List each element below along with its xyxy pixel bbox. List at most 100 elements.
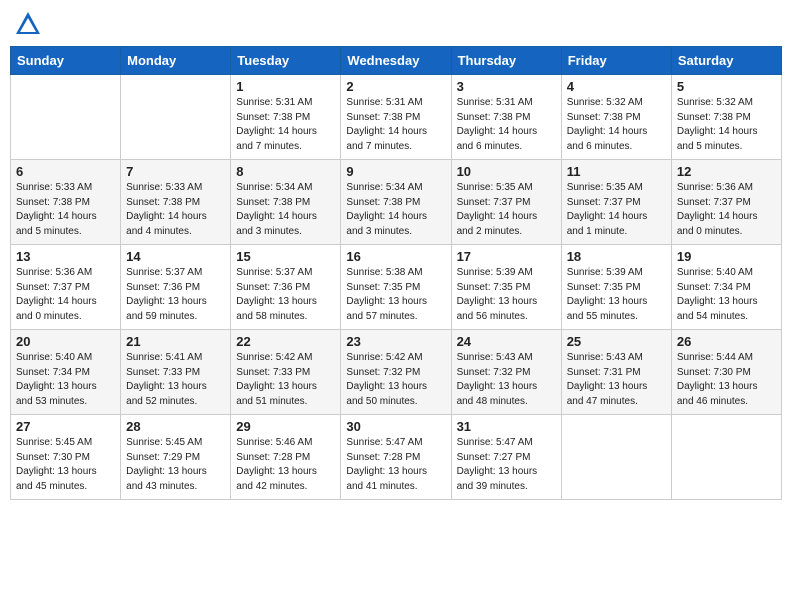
- calendar-cell: 17 Sunrise: 5:39 AM Sunset: 7:35 PM Dayli…: [451, 245, 561, 330]
- day-number: 25: [567, 334, 666, 349]
- day-of-week-header: Saturday: [671, 47, 781, 75]
- day-number: 6: [16, 164, 115, 179]
- calendar-cell: 25 Sunrise: 5:43 AM Sunset: 7:31 PM Dayli…: [561, 330, 671, 415]
- calendar-week-row: 27Sunrise: 5:45 AM Sunset: 7:30 PM Dayli…: [11, 415, 782, 500]
- day-number: 26: [677, 334, 776, 349]
- calendar-cell: [11, 75, 121, 160]
- day-number: 31: [457, 419, 556, 434]
- calendar-cell: 5 Sunrise: 5:32 AM Sunset: 7:38 PM Daylig…: [671, 75, 781, 160]
- day-info: Sunrise: 5:45 AM Sunset: 7:29 PM Dayligh…: [126, 436, 225, 494]
- day-number: 1: [236, 79, 335, 94]
- day-number: 22: [236, 334, 335, 349]
- day-info: Sunrise: 5:37 AM Sunset: 7:36 PM Dayligh…: [126, 266, 225, 324]
- day-info: Sunrise: 5:31 AM Sunset: 7:38 PM Dayligh…: [346, 96, 445, 154]
- calendar-cell: 29 Sunrise: 5:46 AM Sunset: 7:28 PM Dayli…: [231, 415, 341, 500]
- day-number: 8: [236, 164, 335, 179]
- page-header: [10, 10, 782, 38]
- day-info: Sunrise: 5:40 AM Sunset: 7:34 PM Dayligh…: [677, 266, 776, 324]
- day-number: 29: [236, 419, 335, 434]
- calendar-cell: 27Sunrise: 5:45 AM Sunset: 7:30 PM Dayli…: [11, 415, 121, 500]
- calendar-cell: 26Sunrise: 5:44 AM Sunset: 7:30 PM Dayli…: [671, 330, 781, 415]
- calendar-header-row: SundayMondayTuesdayWednesdayThursdayFrid…: [11, 47, 782, 75]
- day-number: 12: [677, 164, 776, 179]
- day-info: Sunrise: 5:47 AM Sunset: 7:28 PM Dayligh…: [346, 436, 445, 494]
- calendar-cell: 16 Sunrise: 5:38 AM Sunset: 7:35 PM Dayli…: [341, 245, 451, 330]
- logo-icon: [14, 10, 42, 38]
- calendar-cell: 22 Sunrise: 5:42 AM Sunset: 7:33 PM Dayli…: [231, 330, 341, 415]
- calendar-cell: 28 Sunrise: 5:45 AM Sunset: 7:29 PM Dayli…: [121, 415, 231, 500]
- calendar-cell: 2 Sunrise: 5:31 AM Sunset: 7:38 PM Daylig…: [341, 75, 451, 160]
- calendar-cell: 12 Sunrise: 5:36 AM Sunset: 7:37 PM Dayli…: [671, 160, 781, 245]
- day-info: Sunrise: 5:42 AM Sunset: 7:33 PM Dayligh…: [236, 351, 335, 409]
- day-number: 19: [677, 249, 776, 264]
- day-info: Sunrise: 5:37 AM Sunset: 7:36 PM Dayligh…: [236, 266, 335, 324]
- day-number: 16: [346, 249, 445, 264]
- day-number: 30: [346, 419, 445, 434]
- day-info: Sunrise: 5:33 AM Sunset: 7:38 PM Dayligh…: [16, 181, 115, 239]
- calendar-cell: 10Sunrise: 5:35 AM Sunset: 7:37 PM Dayli…: [451, 160, 561, 245]
- calendar-cell: 1 Sunrise: 5:31 AM Sunset: 7:38 PM Daylig…: [231, 75, 341, 160]
- day-number: 18: [567, 249, 666, 264]
- calendar-week-row: 13 Sunrise: 5:36 AM Sunset: 7:37 PM Dayli…: [11, 245, 782, 330]
- calendar-cell: 20Sunrise: 5:40 AM Sunset: 7:34 PM Dayli…: [11, 330, 121, 415]
- calendar-cell: [121, 75, 231, 160]
- day-number: 4: [567, 79, 666, 94]
- day-info: Sunrise: 5:34 AM Sunset: 7:38 PM Dayligh…: [236, 181, 335, 239]
- day-number: 21: [126, 334, 225, 349]
- day-number: 3: [457, 79, 556, 94]
- day-info: Sunrise: 5:38 AM Sunset: 7:35 PM Dayligh…: [346, 266, 445, 324]
- calendar-cell: 9Sunrise: 5:34 AM Sunset: 7:38 PM Daylig…: [341, 160, 451, 245]
- day-info: Sunrise: 5:31 AM Sunset: 7:38 PM Dayligh…: [236, 96, 335, 154]
- day-info: Sunrise: 5:42 AM Sunset: 7:32 PM Dayligh…: [346, 351, 445, 409]
- day-number: 23: [346, 334, 445, 349]
- day-info: Sunrise: 5:43 AM Sunset: 7:31 PM Dayligh…: [567, 351, 666, 409]
- day-of-week-header: Friday: [561, 47, 671, 75]
- day-info: Sunrise: 5:47 AM Sunset: 7:27 PM Dayligh…: [457, 436, 556, 494]
- day-of-week-header: Monday: [121, 47, 231, 75]
- day-info: Sunrise: 5:46 AM Sunset: 7:28 PM Dayligh…: [236, 436, 335, 494]
- calendar-cell: 30 Sunrise: 5:47 AM Sunset: 7:28 PM Dayli…: [341, 415, 451, 500]
- calendar-cell: 11 Sunrise: 5:35 AM Sunset: 7:37 PM Dayli…: [561, 160, 671, 245]
- calendar-cell: 7 Sunrise: 5:33 AM Sunset: 7:38 PM Daylig…: [121, 160, 231, 245]
- calendar-cell: 31 Sunrise: 5:47 AM Sunset: 7:27 PM Dayli…: [451, 415, 561, 500]
- calendar-cell: 3 Sunrise: 5:31 AM Sunset: 7:38 PM Daylig…: [451, 75, 561, 160]
- calendar-cell: 19 Sunrise: 5:40 AM Sunset: 7:34 PM Dayli…: [671, 245, 781, 330]
- day-info: Sunrise: 5:32 AM Sunset: 7:38 PM Dayligh…: [567, 96, 666, 154]
- day-info: Sunrise: 5:39 AM Sunset: 7:35 PM Dayligh…: [567, 266, 666, 324]
- calendar-cell: 21Sunrise: 5:41 AM Sunset: 7:33 PM Dayli…: [121, 330, 231, 415]
- calendar-cell: 18 Sunrise: 5:39 AM Sunset: 7:35 PM Dayli…: [561, 245, 671, 330]
- calendar-week-row: 1 Sunrise: 5:31 AM Sunset: 7:38 PM Daylig…: [11, 75, 782, 160]
- calendar-cell: 24 Sunrise: 5:43 AM Sunset: 7:32 PM Dayli…: [451, 330, 561, 415]
- day-number: 15: [236, 249, 335, 264]
- day-number: 17: [457, 249, 556, 264]
- day-info: Sunrise: 5:31 AM Sunset: 7:38 PM Dayligh…: [457, 96, 556, 154]
- day-of-week-header: Sunday: [11, 47, 121, 75]
- calendar-week-row: 20Sunrise: 5:40 AM Sunset: 7:34 PM Dayli…: [11, 330, 782, 415]
- day-info: Sunrise: 5:32 AM Sunset: 7:38 PM Dayligh…: [677, 96, 776, 154]
- day-number: 11: [567, 164, 666, 179]
- day-of-week-header: Tuesday: [231, 47, 341, 75]
- calendar-cell: 8 Sunrise: 5:34 AM Sunset: 7:38 PM Daylig…: [231, 160, 341, 245]
- day-info: Sunrise: 5:36 AM Sunset: 7:37 PM Dayligh…: [677, 181, 776, 239]
- day-number: 7: [126, 164, 225, 179]
- day-number: 13: [16, 249, 115, 264]
- day-info: Sunrise: 5:40 AM Sunset: 7:34 PM Dayligh…: [16, 351, 115, 409]
- logo: [14, 10, 46, 38]
- day-info: Sunrise: 5:33 AM Sunset: 7:38 PM Dayligh…: [126, 181, 225, 239]
- calendar: SundayMondayTuesdayWednesdayThursdayFrid…: [10, 46, 782, 500]
- day-number: 27: [16, 419, 115, 434]
- calendar-cell: 15 Sunrise: 5:37 AM Sunset: 7:36 PM Dayli…: [231, 245, 341, 330]
- day-number: 2: [346, 79, 445, 94]
- calendar-cell: 23 Sunrise: 5:42 AM Sunset: 7:32 PM Dayli…: [341, 330, 451, 415]
- calendar-cell: 13 Sunrise: 5:36 AM Sunset: 7:37 PM Dayli…: [11, 245, 121, 330]
- day-info: Sunrise: 5:36 AM Sunset: 7:37 PM Dayligh…: [16, 266, 115, 324]
- day-info: Sunrise: 5:39 AM Sunset: 7:35 PM Dayligh…: [457, 266, 556, 324]
- day-number: 24: [457, 334, 556, 349]
- day-info: Sunrise: 5:43 AM Sunset: 7:32 PM Dayligh…: [457, 351, 556, 409]
- calendar-cell: 14 Sunrise: 5:37 AM Sunset: 7:36 PM Dayli…: [121, 245, 231, 330]
- day-number: 28: [126, 419, 225, 434]
- day-info: Sunrise: 5:34 AM Sunset: 7:38 PM Dayligh…: [346, 181, 445, 239]
- day-number: 14: [126, 249, 225, 264]
- day-number: 5: [677, 79, 776, 94]
- day-info: Sunrise: 5:35 AM Sunset: 7:37 PM Dayligh…: [567, 181, 666, 239]
